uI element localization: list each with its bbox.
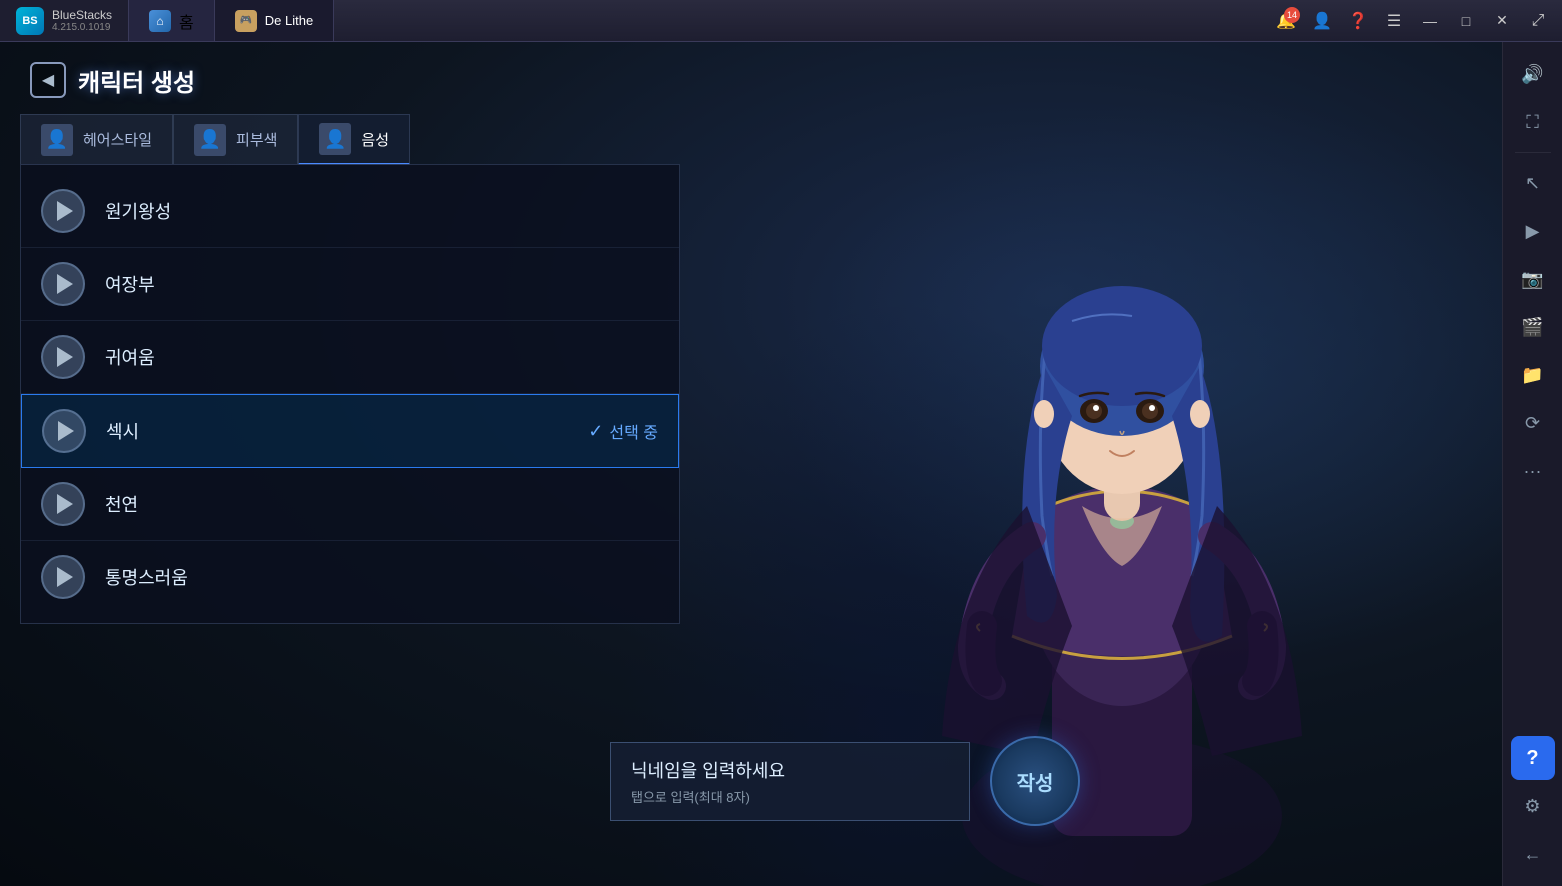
nickname-box: 닉네임을 입력하세요 탭으로 입력(최대 8자) (610, 742, 970, 821)
play-cute-icon (57, 347, 73, 367)
voice-item-transparent[interactable]: 통명스러움 (21, 541, 679, 613)
menu-icon[interactable]: ☰ (1378, 5, 1410, 37)
close-button[interactable]: ✕ (1486, 5, 1518, 37)
voice-cute-label: 귀여움 (105, 344, 659, 370)
tab-hair-label: 헤어스타일 (83, 129, 152, 150)
bluestacks-logo: BS (16, 7, 44, 35)
tab-skin-icon: 👤 (194, 124, 226, 156)
page-title-area: ◀ 캐릭터 생성 (30, 62, 195, 98)
game-icon: 🎮 (235, 10, 257, 32)
minimize-button[interactable]: — (1414, 5, 1446, 37)
more-dots-icon[interactable]: ··· (1511, 449, 1555, 493)
play-energetic-button[interactable] (41, 189, 85, 233)
tab-voice-icon: 👤 (319, 123, 351, 155)
tab-voice-label: 음성 (361, 129, 389, 150)
play-natural-icon (57, 494, 73, 514)
play-natural-button[interactable] (41, 482, 85, 526)
voice-energetic-label: 원기왕성 (105, 198, 659, 224)
voice-item-energetic[interactable]: 원기왕성 (21, 175, 679, 248)
tabs-container: 👤 헤어스타일 👤 피부색 👤 음성 (20, 114, 410, 165)
voice-item-natural[interactable]: 천연 (21, 468, 679, 541)
nickname-placeholder: 닉네임을 입력하세요 (631, 757, 949, 783)
tab-voice[interactable]: 👤 음성 (298, 114, 410, 165)
expand-icon[interactable]: ⤢ (1522, 5, 1554, 37)
nickname-area: 닉네임을 입력하세요 탭으로 입력(최대 8자) 작성 (610, 736, 1080, 826)
voice-panel: 원기왕성 여장부 귀여움 섹시 ✓ (20, 164, 680, 624)
voice-item-mature[interactable]: 여장부 (21, 248, 679, 321)
check-icon: ✓ (588, 421, 603, 442)
tab-hair[interactable]: 👤 헤어스타일 (20, 114, 173, 165)
account-icon[interactable]: 👤 (1306, 5, 1338, 37)
game-tab[interactable]: 🎮 De Lithe (215, 0, 334, 41)
voice-mature-label: 여장부 (105, 271, 659, 297)
page-title: 캐릭터 생성 (78, 63, 195, 98)
game-tab-label: De Lithe (265, 13, 313, 28)
tab-hair-icon: 👤 (41, 124, 73, 156)
settings-icon[interactable]: ⚙ (1511, 784, 1555, 828)
home-tab[interactable]: ⌂ 홈 (129, 0, 215, 41)
main-area: ◀ 캐릭터 생성 👤 헤어스타일 👤 피부색 👤 음성 (0, 42, 1562, 886)
bluestacks-name: BlueStacks (52, 8, 112, 22)
bluestacks-version: 4.215.0.1019 (52, 22, 112, 33)
play-energetic-icon (57, 201, 73, 221)
maximize-button[interactable]: □ (1450, 5, 1482, 37)
play-mature-button[interactable] (41, 262, 85, 306)
tab-skin[interactable]: 👤 피부색 (173, 114, 298, 165)
notification-icon[interactable]: 🔔 14 (1270, 5, 1302, 37)
volume-icon[interactable]: 🔊 (1511, 52, 1555, 96)
nickname-hint: 탭으로 입력(최대 8자) (631, 787, 949, 806)
question-icon[interactable]: ? (1511, 736, 1555, 780)
play-cute-button[interactable] (41, 335, 85, 379)
help-icon[interactable]: ❓ (1342, 5, 1374, 37)
sidebar-back-icon[interactable]: ← (1511, 832, 1555, 876)
play-mature-icon (57, 274, 73, 294)
back-button[interactable]: ◀ (30, 62, 66, 98)
tab-skin-label: 피부색 (236, 129, 277, 150)
create-button[interactable]: 작성 (990, 736, 1080, 826)
home-icon: ⌂ (149, 10, 171, 32)
play-sexy-icon (58, 421, 74, 441)
sync-icon[interactable]: ⟳ (1511, 401, 1555, 445)
home-tab-label: 홈 (179, 9, 194, 33)
voice-natural-label: 천연 (105, 491, 659, 517)
voice-transparent-label: 통명스러움 (105, 564, 659, 590)
notification-badge: 14 (1284, 7, 1300, 23)
fullscreen-icon[interactable]: ⛶ (1511, 100, 1555, 144)
camera-icon[interactable]: 📷 (1511, 257, 1555, 301)
play-transparent-icon (57, 567, 73, 587)
voice-item-cute[interactable]: 귀여움 (21, 321, 679, 394)
cursor-icon[interactable]: ↖ (1511, 161, 1555, 205)
video-icon[interactable]: 🎬 (1511, 305, 1555, 349)
selected-badge: ✓ 선택 중 (588, 419, 658, 443)
folder-icon[interactable]: 📁 (1511, 353, 1555, 397)
game-content: ◀ 캐릭터 생성 👤 헤어스타일 👤 피부색 👤 음성 (0, 42, 1502, 886)
voice-sexy-label: 섹시 (106, 418, 568, 444)
selected-label: 선택 중 (609, 419, 658, 443)
sidebar-divider-1 (1515, 152, 1551, 153)
title-bar: BS BlueStacks 4.215.0.1019 ⌂ 홈 🎮 De Lith… (0, 0, 1562, 42)
media-playback-icon[interactable]: ▶ (1511, 209, 1555, 253)
voice-item-sexy[interactable]: 섹시 ✓ 선택 중 (21, 394, 679, 468)
right-sidebar: 🔊 ⛶ ↖ ▶ 📷 🎬 📁 ⟳ ··· ? ⚙ ← (1502, 42, 1562, 886)
bluestacks-tab[interactable]: BS BlueStacks 4.215.0.1019 (0, 0, 129, 41)
play-transparent-button[interactable] (41, 555, 85, 599)
play-sexy-button[interactable] (42, 409, 86, 453)
